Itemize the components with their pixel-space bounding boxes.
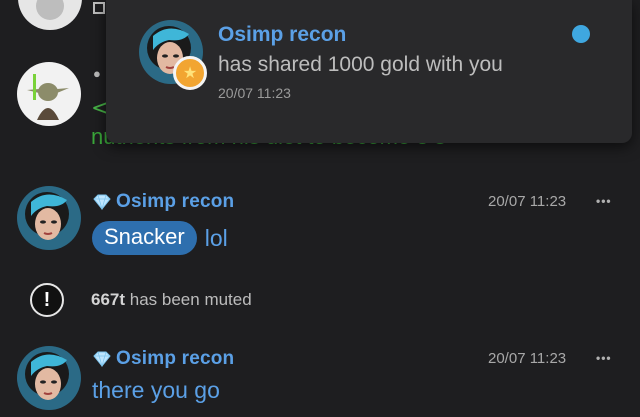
author-name[interactable]: Osimp recon [116,191,234,213]
message-header: Osimp recon [93,191,234,213]
notification-timestamp: 20/07 11:23 [218,85,291,101]
notification-sender: Osimp recon [218,23,347,46]
more-options-icon[interactable]: ••• [596,194,612,208]
notification-message: has shared 1000 gold with you [218,53,503,76]
star-coin-icon: ★ [173,56,207,90]
message-text: lol [204,225,228,251]
message-text: there you go [92,377,220,403]
message-body: there you go [92,375,220,405]
more-options-icon[interactable]: ••• [596,351,612,365]
message-body: Snacker lol [92,221,228,255]
author-name[interactable]: Osimp recon [116,348,234,370]
muted-user[interactable]: 667t [91,290,125,309]
timestamp: 20/07 11:23 [488,350,567,367]
diamond-icon [93,351,111,367]
exclamation-icon: ! [30,283,64,317]
gold-notification-popup[interactable]: ★ Osimp recon has shared 1000 gold with … [106,0,632,143]
avatar[interactable] [17,346,81,410]
system-text: has been muted [129,290,252,309]
user-icon: ● [93,66,101,81]
checkbox-icon [93,2,105,14]
mention-pill[interactable]: Snacker [92,221,197,255]
diamond-icon [93,194,111,210]
message-header: Osimp recon [93,348,234,370]
avatar[interactable] [17,62,81,126]
system-message: 667t has been muted [91,290,252,310]
avatar[interactable] [17,186,81,250]
avatar[interactable] [18,0,82,30]
timestamp: 20/07 11:23 [488,193,567,210]
unread-dot-icon [572,25,590,43]
